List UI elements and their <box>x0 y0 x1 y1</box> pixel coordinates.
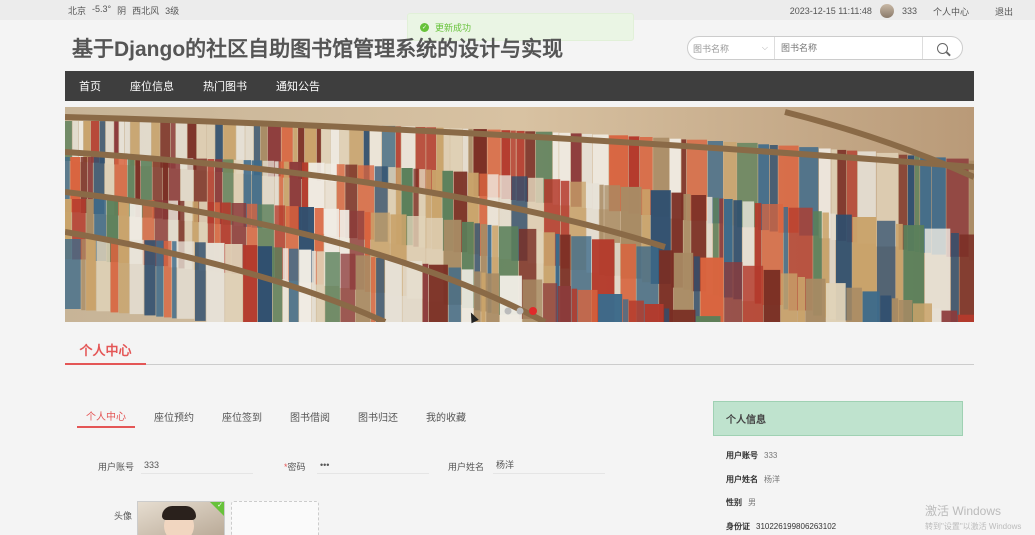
watermark-line-1: 激活 Windows <box>925 504 1002 518</box>
info-label: 性别 <box>726 498 742 507</box>
account-label: 用户账号 <box>98 462 135 472</box>
info-panel-title: 个人信息 <box>713 401 963 436</box>
weather-wind: 西北风 <box>132 6 160 16</box>
password-label-text: 密码 <box>287 462 306 472</box>
carousel-dot-1 <box>504 307 512 315</box>
tab-book-borrow[interactable]: 图书借阅 <box>281 404 339 428</box>
chevron-down-icon: ⌵ <box>761 43 768 52</box>
site-title: 基于Django的社区自助图书馆管理系统的设计与实现 <box>72 38 564 61</box>
info-value: 杨洋 <box>764 475 780 484</box>
nav-item-home[interactable]: 首页 <box>79 78 101 94</box>
avatar-label: 头像 <box>114 511 133 521</box>
info-row-id-card: 身份证 310226199806263102 <box>726 521 836 532</box>
weather-city: 北京 <box>68 6 87 16</box>
top-right-info: 2023-12-15 11:11:48 333 个人中心 退出 <box>790 4 1013 18</box>
tab-book-return[interactable]: 图书归还 <box>349 404 407 428</box>
password-field[interactable]: ••• <box>317 456 429 474</box>
info-row-name: 用户姓名 杨洋 <box>726 474 780 485</box>
search-input[interactable] <box>775 37 922 59</box>
current-datetime: 2023-12-15 11:11:48 <box>789 6 872 16</box>
tab-seat-reservation[interactable]: 座位预约 <box>145 404 203 428</box>
section-title: 个人中心 <box>65 336 146 365</box>
tab-favorites[interactable]: 我的收藏 <box>417 404 475 428</box>
logout-link[interactable]: 退出 <box>995 5 1013 18</box>
tab-profile[interactable]: 个人中心 <box>77 404 135 428</box>
info-value: 男 <box>748 498 756 507</box>
search-button[interactable] <box>922 37 962 59</box>
current-username: 333 <box>901 6 917 16</box>
search-bar: 图书名称 ⌵ <box>687 36 963 60</box>
name-field[interactable]: 杨洋 <box>493 456 605 474</box>
watermark-line-2: 转到"设置"以激活 Windows <box>925 522 1022 531</box>
nav-item-notices[interactable]: 通知公告 <box>276 78 320 94</box>
avatar-hair <box>162 506 196 520</box>
banner-carousel[interactable] <box>65 107 974 322</box>
password-label: *密码 <box>284 460 306 473</box>
user-avatar-small <box>879 4 894 18</box>
carousel-dot-3 <box>529 307 537 315</box>
carousel-dot-2 <box>516 307 524 315</box>
toast-message: 更新成功 <box>435 22 472 33</box>
nav-item-hot-books[interactable]: 热门图书 <box>203 78 247 94</box>
tab-seat-checkin[interactable]: 座位签到 <box>213 404 271 428</box>
avatar-upload-button[interactable] <box>231 501 319 535</box>
search-type-value: 图书名称 <box>693 43 730 54</box>
info-label: 身份证 <box>726 522 750 531</box>
info-value: 310226199806263102 <box>756 522 837 531</box>
search-icon <box>937 42 948 54</box>
weather-wind-level: 3级 <box>165 6 180 16</box>
check-icon: ✓ <box>217 502 223 509</box>
bookshelf-image <box>65 107 974 322</box>
avatar-preview[interactable]: ✓ <box>137 501 225 535</box>
info-label: 用户姓名 <box>726 475 758 484</box>
weather-temp: -5.3° <box>92 4 112 14</box>
name-label: 用户姓名 <box>448 462 485 472</box>
main-nav: 首页 座位信息 热门图书 通知公告 <box>65 71 974 101</box>
nav-item-seats[interactable]: 座位信息 <box>130 78 174 94</box>
info-label: 用户账号 <box>726 451 758 460</box>
search-type-select[interactable]: 图书名称 ⌵ <box>688 37 775 59</box>
info-row-account: 用户账号 333 <box>726 450 777 461</box>
section-header: 个人中心 <box>65 336 974 365</box>
info-row-gender: 性别男 <box>726 497 756 508</box>
windows-activation-watermark: 激活 Windows 转到"设置"以激活 Windows <box>925 502 1021 532</box>
weather-info: 北京 -5.3° 阴 西北风 3级 <box>68 4 179 17</box>
profile-tabs: 个人中心 座位预约 座位签到 图书借阅 图书归还 我的收藏 <box>77 404 485 428</box>
success-check-icon: ✓ <box>420 22 429 32</box>
account-field[interactable]: 333 <box>141 456 253 474</box>
info-value: 333 <box>764 451 778 460</box>
profile-link[interactable]: 个人中心 <box>933 5 969 18</box>
weather-condition: 阴 <box>117 6 127 16</box>
